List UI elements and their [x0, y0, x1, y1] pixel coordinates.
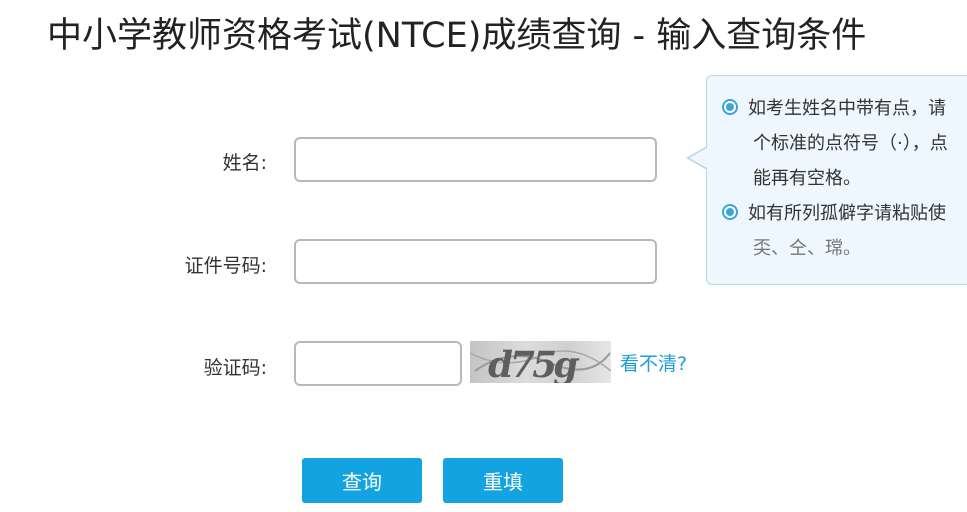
captcha-graphic: d75g — [470, 343, 611, 383]
rare-characters: 奀、仝、瑺。 — [753, 238, 861, 259]
tip-item: 如考生姓名中带有点，请 — [722, 91, 946, 126]
tip-arrow-inner — [689, 148, 707, 168]
bullet-icon — [722, 99, 738, 115]
id-number-label: 证件号码: — [184, 255, 267, 277]
tip-text: 如考生姓名中带有点，请 — [748, 98, 946, 119]
tip-text: 能再有空格。 — [753, 168, 861, 189]
name-label: 姓名: — [222, 152, 267, 174]
captcha-image[interactable]: d75g — [470, 341, 611, 383]
captcha-label: 验证码: — [203, 357, 267, 379]
page-title: 中小学教师资格考试(NTCE)成绩查询 - 输入查询条件 — [47, 16, 867, 56]
name-input[interactable] — [294, 137, 657, 182]
score-query-page: 中小学教师资格考试(NTCE)成绩查询 - 输入查询条件 姓名: 证件号码: 验… — [0, 0, 967, 512]
bullet-icon — [722, 204, 738, 220]
id-number-input[interactable] — [294, 239, 657, 284]
captcha-input[interactable] — [294, 341, 462, 386]
tip-text: 个标准的点符号（·），点 — [753, 133, 948, 154]
query-button[interactable]: 查询 — [302, 458, 422, 503]
name-tip-panel: 如考生姓名中带有点，请 个标准的点符号（·），点 能再有空格。 如有所列孤僻字请… — [706, 75, 967, 285]
refresh-captcha-link[interactable]: 看不清? — [620, 349, 687, 376]
reset-button[interactable]: 重填 — [443, 458, 563, 503]
captcha-text: d75g — [484, 343, 583, 383]
tip-text: 如有所列孤僻字请粘贴使 — [748, 203, 946, 224]
tip-item: 如有所列孤僻字请粘贴使 — [722, 196, 946, 231]
